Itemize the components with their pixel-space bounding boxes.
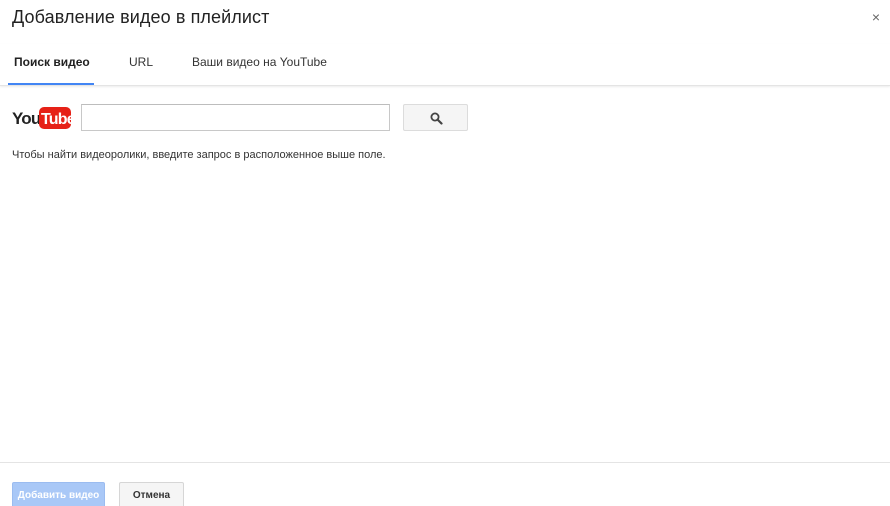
youtube-logo-tube: Tube [41, 111, 72, 128]
dialog-title: Добавление видео в плейлист [12, 7, 270, 27]
search-hint: Чтобы найти видеоролики, введите запрос … [12, 149, 386, 161]
add-video-dialog: Добавление видео в плейлист × Поиск виде… [0, 0, 890, 506]
cancel-button[interactable]: Отмена [119, 482, 184, 506]
search-icon [430, 112, 443, 125]
search-button[interactable] [403, 104, 468, 131]
search-row: You Tube [12, 104, 482, 132]
dialog-footer: Добавить видео Отмена [0, 462, 890, 506]
search-input[interactable] [81, 104, 390, 131]
youtube-logo-you: You [12, 109, 41, 128]
tab-bar: Поиск видео URL Ваши видео на YouTube [0, 44, 890, 86]
youtube-logo: You Tube [12, 107, 72, 129]
tab-url[interactable]: URL [129, 44, 153, 86]
close-icon[interactable]: × [872, 9, 880, 25]
tab-your-youtube-videos[interactable]: Ваши видео на YouTube [192, 44, 327, 86]
tab-video-search[interactable]: Поиск видео [14, 44, 90, 86]
active-tab-indicator [8, 83, 94, 85]
add-video-button[interactable]: Добавить видео [12, 482, 105, 506]
